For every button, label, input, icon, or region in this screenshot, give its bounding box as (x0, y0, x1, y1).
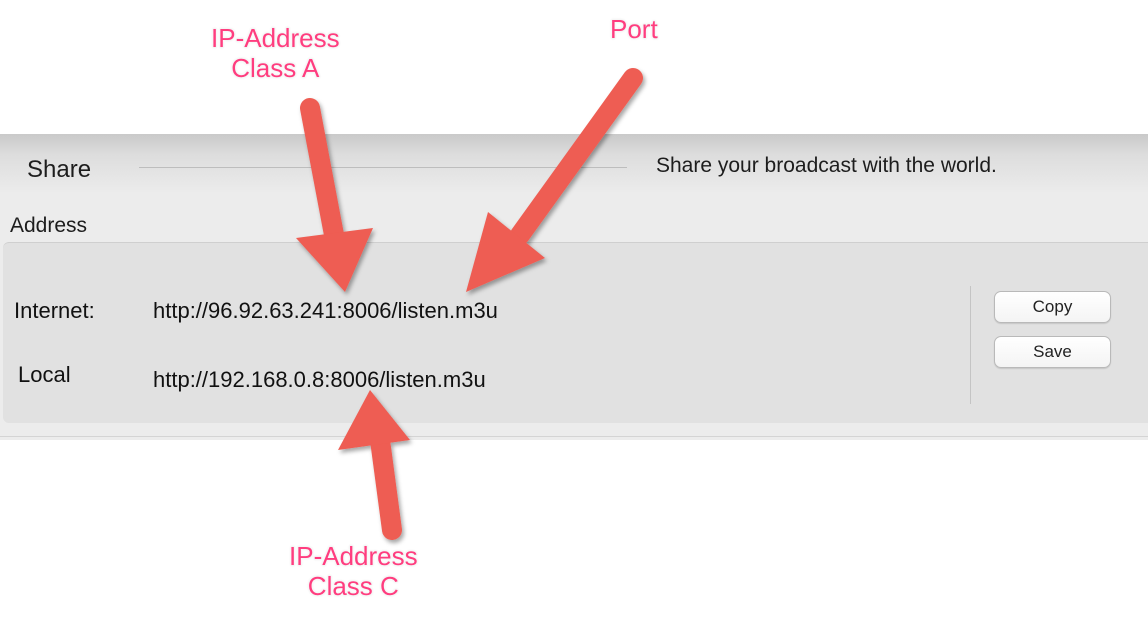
annotation-ip-class-c: IP-Address Class C (285, 541, 422, 601)
annotation-ip-class-c-line1: IP-Address (289, 541, 418, 571)
arrow-ip-class-c (338, 390, 410, 540)
arrow-ip-class-a (296, 98, 373, 292)
arrow-port (466, 68, 643, 292)
annotation-ip-class-a-line1: IP-Address (211, 23, 340, 53)
annotation-ip-class-a: IP-Address Class A (207, 23, 344, 83)
annotation-ip-class-c-line2: Class C (307, 571, 399, 601)
annotation-port-label: Port (610, 14, 658, 44)
annotation-arrows (296, 68, 643, 540)
annotation-port: Port (606, 14, 662, 44)
annotation-ip-class-a-line2: Class A (231, 53, 320, 83)
